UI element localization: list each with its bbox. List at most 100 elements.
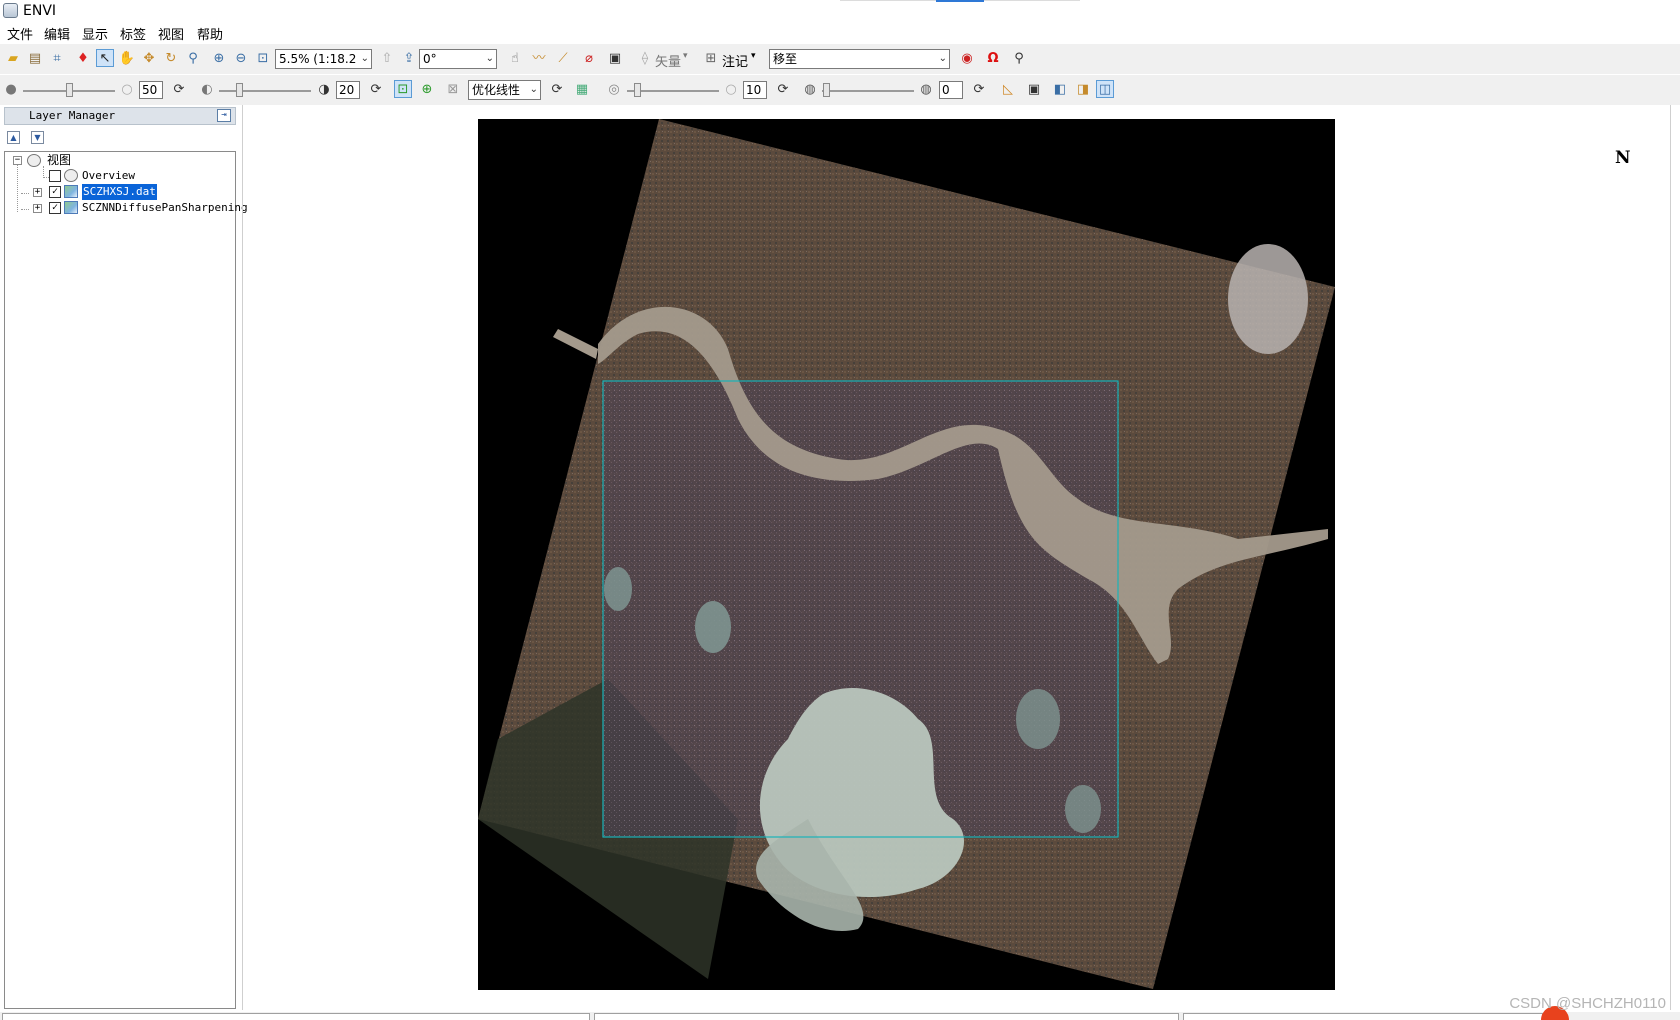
pansharpening-label: SCZNNDiffusePanSharpening xyxy=(82,201,248,214)
contrast-slider-thumb[interactable] xyxy=(236,83,243,97)
portal-icon[interactable]: ▣ xyxy=(1025,81,1043,99)
profile-icon[interactable]: ⟋ xyxy=(554,50,572,68)
menu-display[interactable]: 显示 xyxy=(82,24,108,43)
reset-contrast-icon[interactable]: ⟳ xyxy=(367,81,385,99)
view-right-border xyxy=(1670,105,1671,1010)
transparency-slider-thumb[interactable] xyxy=(823,83,830,97)
tree-root-label: 视图 xyxy=(47,153,72,167)
layer-manager-header: Layer Manager ⇥ xyxy=(4,107,236,125)
stretch-combo[interactable]: 优化线性 ⌄ xyxy=(468,80,541,100)
rotate-icon[interactable]: ↻ xyxy=(162,50,180,68)
search-icon[interactable]: ⚲ xyxy=(1010,50,1028,68)
transparency-slider-track[interactable] xyxy=(822,90,914,92)
sczhxsj-label: SCZHXSJ.dat xyxy=(82,184,157,200)
ruler-icon[interactable]: ◺ xyxy=(999,81,1017,99)
tree-item-sczhxsj[interactable]: + ✓ SCZHXSJ.dat xyxy=(13,184,223,200)
crop-icon[interactable]: ⌗ xyxy=(48,50,66,68)
vector-dropdown-icon[interactable]: ▾ xyxy=(683,51,688,61)
annotation-icon[interactable]: ⊞ xyxy=(702,50,720,68)
open-file-icon[interactable]: ▰ xyxy=(4,50,22,68)
chevron-down-icon: ⌄ xyxy=(360,53,369,64)
tree-item-overview[interactable]: Overview xyxy=(13,168,223,184)
menu-file[interactable]: 文件 xyxy=(7,24,33,43)
collapse-icon[interactable]: − xyxy=(13,156,22,165)
raster-layer-icon xyxy=(64,201,78,214)
reset-transparency-icon[interactable]: ⟳ xyxy=(970,81,988,99)
globe-link-icon[interactable]: ◉ xyxy=(958,50,976,68)
menu-edit[interactable]: 编辑 xyxy=(44,24,70,43)
zoom-extent-icon[interactable]: ⊡ xyxy=(254,50,272,68)
status-segment-info xyxy=(594,1013,1179,1020)
contrast-low-icon: ◐ xyxy=(201,82,213,97)
view-eye-icon xyxy=(27,154,41,167)
transparency-low-icon: ◍ xyxy=(804,82,816,97)
fly-icon[interactable]: ✥ xyxy=(140,50,158,68)
pan-hand-icon[interactable]: ✋ xyxy=(118,50,136,68)
sharpen-low-icon: ◎ xyxy=(608,82,620,97)
window-title: ENVI xyxy=(23,3,57,19)
rotate-right-icon[interactable]: ⇪ xyxy=(400,50,418,68)
roi-icon[interactable]: ⌀ xyxy=(580,50,598,68)
blend-icon[interactable]: ◧ xyxy=(1051,81,1069,99)
zoom-out-icon[interactable]: ⊖ xyxy=(232,50,250,68)
vector-label[interactable]: 矢量 xyxy=(655,51,681,70)
contrast-slider-track[interactable] xyxy=(219,90,311,92)
reset-brightness-icon[interactable]: ⟳ xyxy=(170,81,188,99)
tree-item-pansharpening[interactable]: + ✓ SCZNNDiffusePanSharpening xyxy=(13,200,248,216)
menu-help[interactable]: 帮助 xyxy=(197,24,223,43)
expand-icon[interactable]: + xyxy=(33,204,42,213)
watermark-text: CSDN @SHCHZH0110 xyxy=(1509,995,1666,1012)
satellite-image xyxy=(478,119,1335,989)
brightness-slider-thumb[interactable] xyxy=(66,83,73,97)
overview-checkbox[interactable] xyxy=(49,170,61,182)
sczhxsj-checkbox[interactable]: ✓ xyxy=(49,186,61,198)
chip-icon[interactable]: ▣ xyxy=(606,50,624,68)
menu-view[interactable]: 视图 xyxy=(158,24,184,43)
reset-sharpen-icon[interactable]: ⟳ xyxy=(774,81,792,99)
brightness-value[interactable]: 50 xyxy=(139,81,163,99)
flicker-icon[interactable]: ◨ xyxy=(1074,81,1092,99)
select-cursor-icon[interactable]: ↖ xyxy=(96,49,114,67)
view-left-border xyxy=(242,105,243,1010)
pin-panel-icon[interactable]: ⇥ xyxy=(217,109,231,122)
rotation-combo[interactable]: 0° ⌄ xyxy=(419,49,497,69)
move-layer-down-icon[interactable]: ▼ xyxy=(31,131,44,144)
swipe-icon[interactable]: ◫ xyxy=(1096,80,1114,98)
raster-layer-icon xyxy=(64,185,78,198)
text-tool-icon[interactable]: Ω xyxy=(984,50,1002,68)
menu-label[interactable]: 标签 xyxy=(120,24,146,43)
stretch-roi-icon[interactable]: ⊡ xyxy=(394,80,412,98)
histogram-icon[interactable]: ▦ xyxy=(573,81,591,99)
zoom-icon[interactable]: ⚲ xyxy=(184,50,202,68)
data-manager-icon[interactable]: ▤ xyxy=(26,50,44,68)
pin-icon[interactable]: ♦ xyxy=(74,50,92,68)
move-layer-up-icon[interactable]: ▲ xyxy=(7,131,20,144)
expand-icon[interactable]: + xyxy=(33,188,42,197)
raster-image-view[interactable] xyxy=(478,119,1335,990)
tree-root-view[interactable]: − 视图 xyxy=(13,152,223,168)
goto-combo[interactable]: 移至 ⌄ xyxy=(769,49,950,69)
chevron-down-icon: ⌄ xyxy=(938,53,947,64)
contrast-value[interactable]: 20 xyxy=(336,81,360,99)
zoom-combo[interactable]: 5.5% (1:18.2 ⌄ xyxy=(275,49,372,69)
rotate-left-icon[interactable]: ⇧ xyxy=(378,50,396,68)
vector-icon[interactable]: ⟠ xyxy=(636,50,654,68)
stretch-view-icon[interactable]: ⊕ xyxy=(418,81,436,99)
sharpen-slider-thumb[interactable] xyxy=(634,83,641,97)
stretch-full-icon[interactable]: ⊠ xyxy=(444,81,462,99)
annotation-dropdown-icon[interactable]: ▾ xyxy=(751,51,756,61)
sharpen-high-icon: ○ xyxy=(725,82,737,97)
spectral-icon[interactable]: 〰 xyxy=(530,50,548,68)
touch-icon[interactable]: ☝ xyxy=(506,50,524,68)
transparency-value[interactable]: 0 xyxy=(939,81,963,99)
pansharpening-checkbox[interactable]: ✓ xyxy=(49,202,61,214)
zoom-in-icon[interactable]: ⊕ xyxy=(210,50,228,68)
rotation-value: 0° xyxy=(423,52,437,66)
display-toolbar: ● ○ 50 ⟳ ◐ ◑ 20 ⟳ ⊡ ⊕ ⊠ 优化线性 ⌄ ⟳ ▦ ◎ ○ 10… xyxy=(0,75,1680,105)
north-arrow-icon: N xyxy=(1615,148,1631,168)
brightness-high-icon: ○ xyxy=(121,82,133,97)
annotation-label[interactable]: 注记 xyxy=(722,51,748,70)
envi-app-icon xyxy=(3,3,18,18)
sharpen-value[interactable]: 10 xyxy=(743,81,767,99)
reset-stretch-icon[interactable]: ⟳ xyxy=(548,81,566,99)
